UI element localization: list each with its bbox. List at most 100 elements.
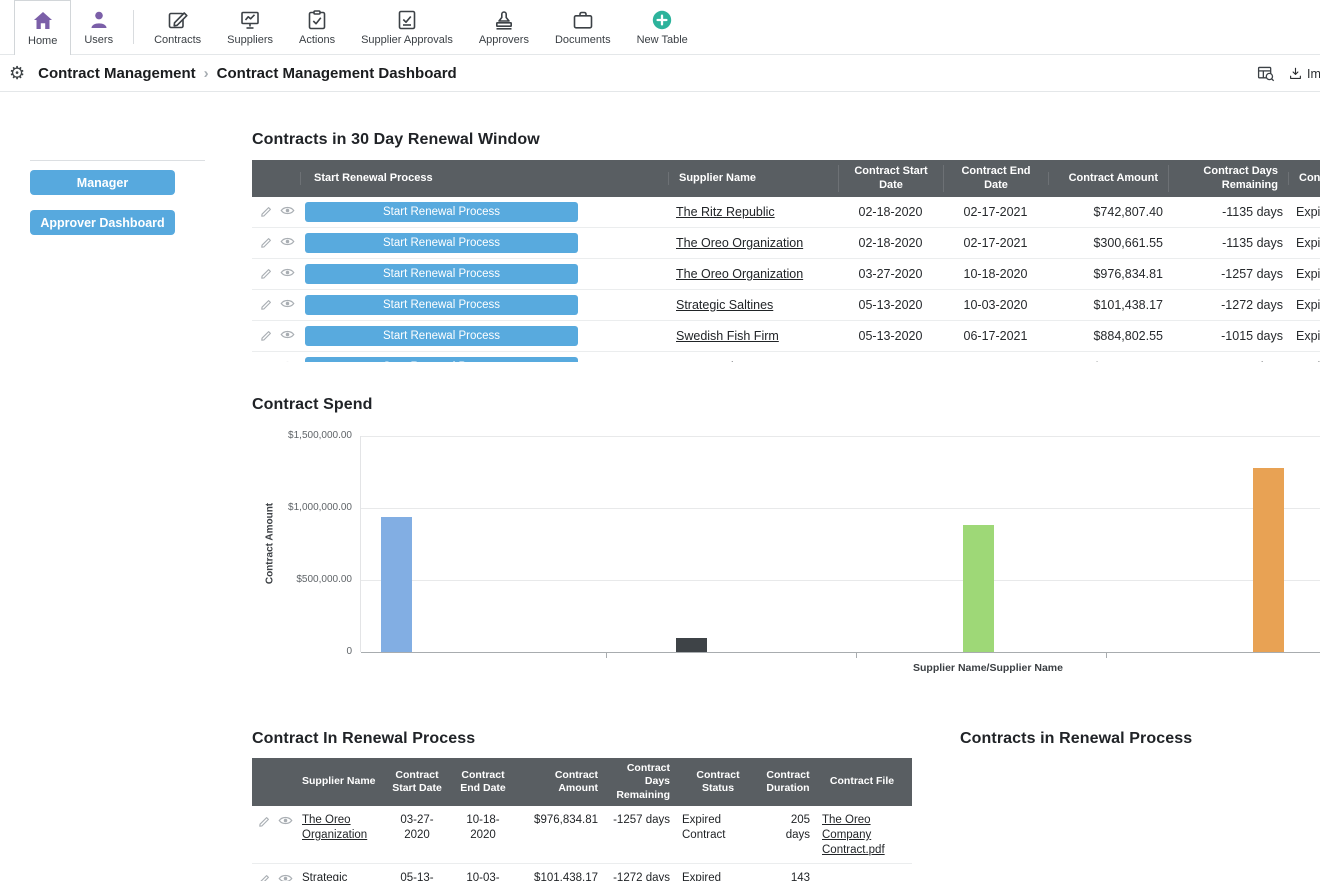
tab-users[interactable]: Users [71,0,126,54]
supplier-link[interactable]: The Ritz Republic [676,205,775,219]
contract-amount-cell: $884,802.55 [1048,329,1168,343]
bar [963,525,994,652]
settings-gear-icon[interactable]: ⚙ [9,64,25,82]
contract-file-cell [816,864,908,876]
renewal-process-table: Supplier Name Contract Start Date Contra… [252,758,912,881]
chart-title: Contract Spend [252,396,373,414]
manager-button[interactable]: Manager [30,170,175,195]
tab-contracts-label: Contracts [154,34,201,46]
start-renewal-process-button[interactable]: Start Renewal Process [305,264,578,284]
view-eye-icon[interactable] [280,236,295,251]
renewal-process-title: Contract In Renewal Process [252,730,475,748]
view-eye-icon[interactable] [280,298,295,313]
row-actions [252,267,300,282]
supplier-link[interactable]: Swedish Fish Firm [676,329,779,343]
breadcrumb-root[interactable]: Contract Management [38,65,196,82]
header-contract-days-remaining: Contract Days Remaining [604,762,676,801]
tab-documents[interactable]: Documents [542,0,624,54]
contract-file-cell: The Oreo Company Contract.pdf [816,806,908,863]
header-contract-start-date: Contract Start Date [838,165,943,191]
tab-home-label: Home [28,35,57,47]
header-contract-start-date: Contract Start Date [384,769,450,795]
approvers-stamp-icon [492,8,516,32]
import-button[interactable]: Import [1288,65,1320,82]
contract-duration-cell: 205 days [760,806,816,848]
tab-supplier-approvals-label: Supplier Approvals [361,34,453,46]
y-axis-label: Contract Amount [265,474,276,614]
start-renewal-process-button[interactable]: Start Renewal Process [305,233,578,253]
edit-pencil-icon[interactable] [260,236,275,251]
supplier-link[interactable]: Strategic Saltines [302,872,347,881]
start-renewal-process-button[interactable]: Start Renewal Process [305,326,578,346]
edit-pencil-icon[interactable] [260,329,275,344]
view-eye-icon[interactable] [280,329,295,344]
tab-documents-label: Documents [555,34,611,46]
tab-approvers[interactable]: Approvers [466,0,542,54]
view-eye-icon[interactable] [280,205,295,220]
contract-status-cell: Expired Contract [1288,205,1320,219]
import-icon [1288,65,1303,82]
table-search-icon[interactable] [1256,64,1275,83]
renewal-process-row: Strategic Saltines05-13-202010-03-2020$1… [252,864,912,881]
supplier-link[interactable]: Sour Patch Co. [676,360,761,362]
contract-file-link[interactable]: The Oreo Company Contract.pdf [822,814,885,856]
supplier-name-cell: The Oreo Organization [668,236,838,250]
contract-start-date-cell: 05-13-2020 [838,298,943,312]
renewal-window-table-body: Start Renewal Process The Ritz Republic 02… [252,197,1320,362]
contract-amount-cell: $300,661.55 [1048,236,1168,250]
view-eye-icon[interactable] [278,873,293,881]
tab-suppliers[interactable]: Suppliers [214,0,286,54]
contract-days-remaining-cell: -1259 days [1168,360,1288,362]
supplier-link[interactable]: The Oreo Organization [302,814,367,841]
contract-start-date-cell: 02-18-2020 [838,205,943,219]
renewal-window-table: Start Renewal Process Supplier Name Cont… [252,160,1320,362]
top-navigation: Home Users Contracts Suppliers Actions S… [0,0,1320,55]
contract-amount-cell: $742,807.40 [1048,205,1168,219]
edit-pencil-icon[interactable] [260,267,275,282]
tab-home[interactable]: Home [14,0,71,55]
header-contract-amount: Contract Amount [516,769,604,795]
contract-days-remaining-cell: -1257 days [604,806,676,833]
renewal-window-row: Start Renewal Process The Ritz Republic 02… [252,197,1320,228]
gridline [361,508,1320,509]
tab-supplier-approvals[interactable]: Supplier Approvals [348,0,466,54]
view-eye-icon[interactable] [278,815,293,830]
new-table-plus-icon [650,8,674,32]
bar [676,638,707,652]
contract-end-date-cell: 10-03-2020 [943,298,1048,312]
header-contract-end-date: Contract End Date [943,165,1048,191]
tab-actions[interactable]: Actions [286,0,348,54]
renewal-process-table-header: Supplier Name Contract Start Date Contra… [252,758,912,806]
header-supplier-name: Supplier Name [296,775,384,788]
y-tick-label: 0 [252,646,352,657]
supplier-link[interactable]: Strategic Saltines [676,298,773,312]
supplier-name-cell: Swedish Fish Firm [668,329,838,343]
edit-pencil-icon[interactable] [260,360,275,363]
header-contract-end-date: Contract End Date [450,769,516,795]
edit-pencil-icon[interactable] [260,205,275,220]
contract-start-date-cell: 07-18-2020 [838,360,943,362]
row-actions [252,329,300,344]
view-eye-icon[interactable] [280,267,295,282]
supplier-approvals-icon [395,8,419,32]
edit-pencil-icon[interactable] [258,873,273,881]
supplier-link[interactable]: The Oreo Organization [676,236,803,250]
start-renewal-process-button[interactable]: Start Renewal Process [305,357,578,362]
contract-amount-cell: $948,302.50 [1048,360,1168,362]
start-renewal-cell: Start Renewal Process [300,326,668,346]
start-renewal-process-button[interactable]: Start Renewal Process [305,202,578,222]
contract-status-cell: Expired Contract [1288,329,1320,343]
tab-new-table[interactable]: New Table [624,0,701,54]
tab-contracts[interactable]: Contracts [141,0,214,54]
start-renewal-process-button[interactable]: Start Renewal Process [305,295,578,315]
contract-start-date-cell: 05-13-2020 [838,329,943,343]
supplier-link[interactable]: The Oreo Organization [676,267,803,281]
view-eye-icon[interactable] [280,360,295,363]
edit-pencil-icon[interactable] [260,298,275,313]
edit-pencil-icon[interactable] [258,815,273,830]
renewal-process-table-body: The Oreo Organization03-27-202010-18-202… [252,806,912,881]
approver-dashboard-button[interactable]: Approver Dashboard [30,210,175,235]
contract-end-date-cell: 02-17-2021 [943,205,1048,219]
contract-start-date-cell: 03-27-2020 [384,806,450,848]
contract-status-cell: Expired Contract [1288,267,1320,281]
